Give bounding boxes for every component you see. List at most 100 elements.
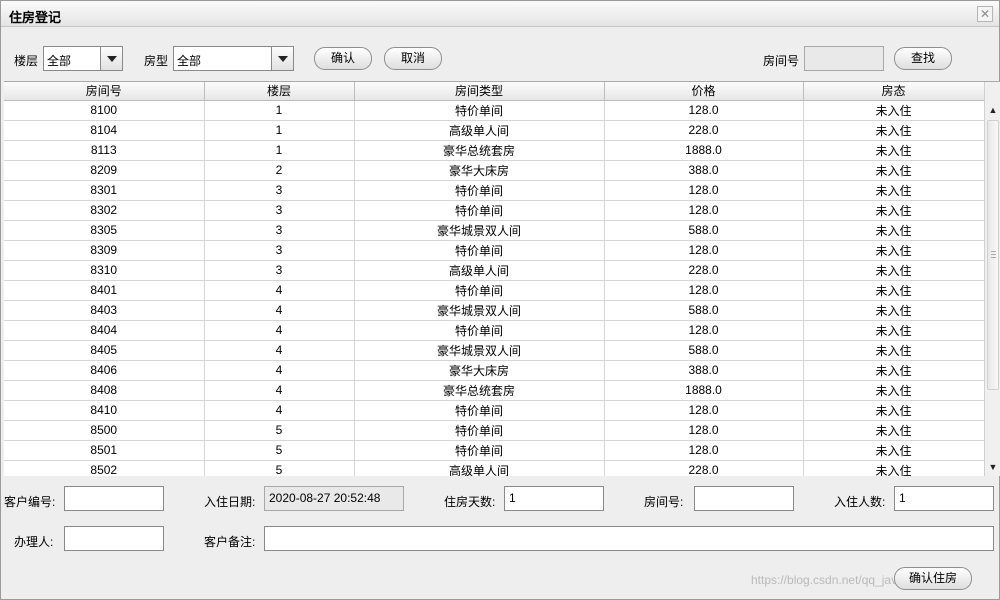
cell-price: 228.0 [604,260,804,281]
cell-floor: 4 [204,360,355,381]
table-row[interactable]: 8502 5 高级单人间 228.0 未入住 [4,460,985,476]
column-header-status[interactable]: 房态 [803,82,985,101]
cell-floor: 1 [204,140,355,161]
scroll-up-arrow-icon[interactable]: ▲ [985,102,1000,118]
room-no-input[interactable] [694,486,794,511]
cell-room-no: 8405 [4,340,205,361]
search-button[interactable]: 查找 [894,47,952,70]
cell-status: 未入住 [803,120,985,141]
chevron-down-icon[interactable] [271,47,293,70]
cell-room-type: 特价单间 [354,280,605,301]
confirm-button[interactable]: 确认 [314,47,372,70]
table-row[interactable]: 8305 3 豪华城景双人间 588.0 未入住 [4,220,985,241]
cell-status: 未入住 [803,200,985,221]
cell-room-type: 高级单人间 [354,260,605,281]
roomtype-select[interactable]: 全部 [173,46,294,71]
cell-price: 128.0 [604,280,804,301]
cell-room-type: 特价单间 [354,240,605,261]
table-row[interactable]: 8113 1 豪华总统套房 1888.0 未入住 [4,140,985,161]
table-row[interactable]: 8500 5 特价单间 128.0 未入住 [4,420,985,441]
cell-room-no: 8113 [4,140,205,161]
table-row[interactable]: 8410 4 特价单间 128.0 未入住 [4,400,985,421]
cell-price: 128.0 [604,320,804,341]
cell-room-no: 8500 [4,420,205,441]
cell-price: 128.0 [604,200,804,221]
cell-room-no: 8104 [4,120,205,141]
checkin-date-input[interactable]: 2020-08-27 20:52:48 [264,486,404,511]
table-row[interactable]: 8406 4 豪华大床房 388.0 未入住 [4,360,985,381]
cell-room-no: 8310 [4,260,205,281]
cancel-button[interactable]: 取消 [384,47,442,70]
table-row[interactable]: 8405 4 豪华城景双人间 588.0 未入住 [4,340,985,361]
table-row[interactable]: 8309 3 特价单间 128.0 未入住 [4,240,985,261]
cell-room-type: 高级单人间 [354,460,605,476]
floor-select[interactable]: 全部 [43,46,123,71]
room-table: 房间号 楼层 房间类型 价格 房态 8100 1 特价单间 128.0 未入住 8104 1… [4,81,1000,476]
cell-room-type: 豪华大床房 [354,360,605,381]
table-row[interactable]: 8302 3 特价单间 128.0 未入住 [4,200,985,221]
customer-id-label: 客户编号: [4,495,56,509]
scrollbar-thumb[interactable] [987,120,999,390]
stay-days-input[interactable]: 1 [504,486,604,511]
column-header-floor[interactable]: 楼层 [204,82,355,101]
handler-input[interactable] [64,526,164,551]
cell-price: 128.0 [604,100,804,121]
table-row[interactable]: 8408 4 豪华总统套房 1888.0 未入住 [4,380,985,401]
scroll-down-arrow-icon[interactable]: ▼ [985,459,1000,475]
table-row[interactable]: 8403 4 豪华城景双人间 588.0 未入住 [4,300,985,321]
guest-count-input[interactable]: 1 [894,486,994,511]
grip-icon [991,251,996,258]
room-no-search-input[interactable] [804,46,884,71]
table-row[interactable]: 8501 5 特价单间 128.0 未入住 [4,440,985,461]
table-row[interactable]: 8104 1 高级单人间 228.0 未入住 [4,120,985,141]
column-header-room-no[interactable]: 房间号 [4,82,205,101]
cell-room-type: 特价单间 [354,420,605,441]
cell-room-type: 豪华总统套房 [354,140,605,161]
customer-id-input[interactable] [64,486,164,511]
table-row[interactable]: 8310 3 高级单人间 228.0 未入住 [4,260,985,281]
table-row[interactable]: 8209 2 豪华大床房 388.0 未入住 [4,160,985,181]
cell-price: 128.0 [604,440,804,461]
cell-room-no: 8309 [4,240,205,261]
cell-room-type: 豪华总统套房 [354,380,605,401]
cell-status: 未入住 [803,100,985,121]
table-row[interactable]: 8401 4 特价单间 128.0 未入住 [4,280,985,301]
cell-floor: 4 [204,400,355,421]
cell-room-no: 8209 [4,160,205,181]
cell-floor: 4 [204,380,355,401]
column-header-room-type[interactable]: 房间类型 [354,82,605,101]
cell-floor: 1 [204,120,355,141]
cell-room-no: 8404 [4,320,205,341]
cell-room-type: 特价单间 [354,200,605,221]
title-bar: 住房登记 ✕ [1,1,999,27]
column-header-price[interactable]: 价格 [604,82,804,101]
remark-input[interactable] [264,526,994,551]
cell-room-no: 8401 [4,280,205,301]
cell-price: 388.0 [604,360,804,381]
cell-floor: 5 [204,440,355,461]
cell-status: 未入住 [803,420,985,441]
cell-status: 未入住 [803,280,985,301]
cell-status: 未入住 [803,320,985,341]
table-row[interactable]: 8404 4 特价单间 128.0 未入住 [4,320,985,341]
cell-status: 未入住 [803,160,985,181]
cell-price: 588.0 [604,220,804,241]
cell-status: 未入住 [803,380,985,401]
table-row[interactable]: 8301 3 特价单间 128.0 未入住 [4,180,985,201]
cell-status: 未入住 [803,460,985,476]
table-vertical-scrollbar[interactable]: ▲ ▼ [984,82,1000,476]
table-row[interactable]: 8100 1 特价单间 128.0 未入住 [4,100,985,121]
chevron-down-icon[interactable] [100,47,122,70]
cell-floor: 5 [204,420,355,441]
cell-floor: 5 [204,460,355,476]
cell-room-type: 特价单间 [354,320,605,341]
cell-price: 128.0 [604,180,804,201]
cell-status: 未入住 [803,340,985,361]
cell-price: 228.0 [604,120,804,141]
cell-status: 未入住 [803,440,985,461]
confirm-checkin-button[interactable]: 确认住房 [894,567,972,590]
close-icon[interactable]: ✕ [977,6,993,22]
roomtype-label: 房型 [144,54,169,68]
floor-select-value: 全部 [47,54,72,68]
cell-room-type: 特价单间 [354,100,605,121]
